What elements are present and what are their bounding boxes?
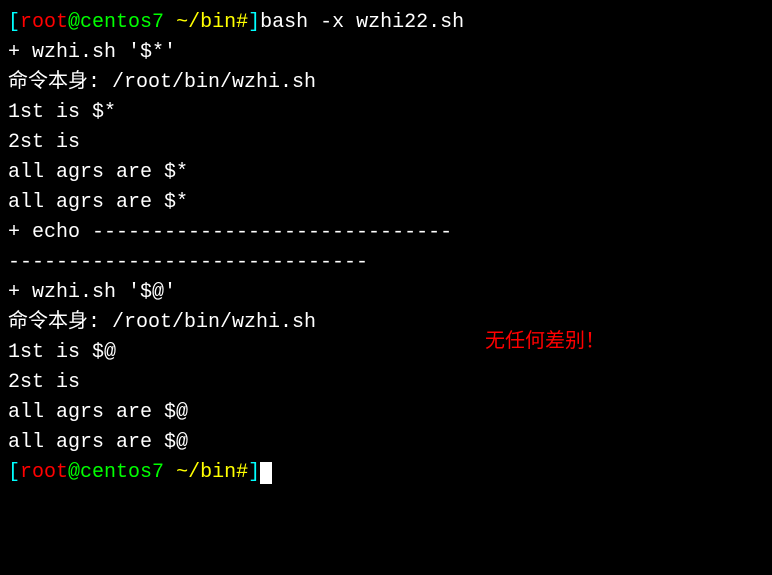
terminal-output-line: 命令本身: /root/bin/wzhi.sh bbox=[8, 68, 764, 98]
terminal-line-1: [root@centos7 ~/bin#]bash -x wzhi22.sh bbox=[8, 8, 764, 38]
terminal-output-line: all agrs are $* bbox=[8, 158, 764, 188]
prompt-host: centos7 bbox=[80, 11, 176, 34]
prompt-bracket-close: ] bbox=[248, 11, 260, 34]
prompt-host: centos7 bbox=[80, 461, 176, 484]
prompt-path: ~/bin# bbox=[176, 461, 248, 484]
terminal-cursor bbox=[260, 462, 272, 484]
prompt-bracket-open: [ bbox=[8, 11, 20, 34]
terminal-prompt-line[interactable]: [root@centos7 ~/bin#] bbox=[8, 458, 764, 488]
terminal-output-line: + wzhi.sh '$*' bbox=[8, 38, 764, 68]
annotation-text: 无任何差别！ bbox=[485, 326, 605, 356]
command-text: bash -x wzhi22.sh bbox=[260, 11, 464, 34]
prompt-path: ~/bin# bbox=[176, 11, 248, 34]
prompt-user: root bbox=[20, 11, 68, 34]
terminal-output-line: all agrs are $@ bbox=[8, 398, 764, 428]
terminal-output-line: 1st is $* bbox=[8, 98, 764, 128]
terminal-output-line: 2st is bbox=[8, 368, 764, 398]
prompt-at: @ bbox=[68, 11, 80, 34]
terminal-output-line: all agrs are $@ bbox=[8, 428, 764, 458]
terminal-output-line: + echo ------------------------------ bbox=[8, 218, 764, 248]
prompt-bracket-close: ] bbox=[248, 461, 260, 484]
prompt-user: root bbox=[20, 461, 68, 484]
terminal-output-line: ------------------------------ bbox=[8, 248, 764, 278]
terminal-output-line: 1st is $@ bbox=[8, 338, 764, 368]
terminal-output-line: + wzhi.sh '$@' bbox=[8, 278, 764, 308]
prompt-at: @ bbox=[68, 461, 80, 484]
terminal-output-line: 命令本身: /root/bin/wzhi.sh bbox=[8, 308, 764, 338]
prompt-bracket-open: [ bbox=[8, 461, 20, 484]
terminal-output-line: all agrs are $* bbox=[8, 188, 764, 218]
terminal-output-line: 2st is bbox=[8, 128, 764, 158]
